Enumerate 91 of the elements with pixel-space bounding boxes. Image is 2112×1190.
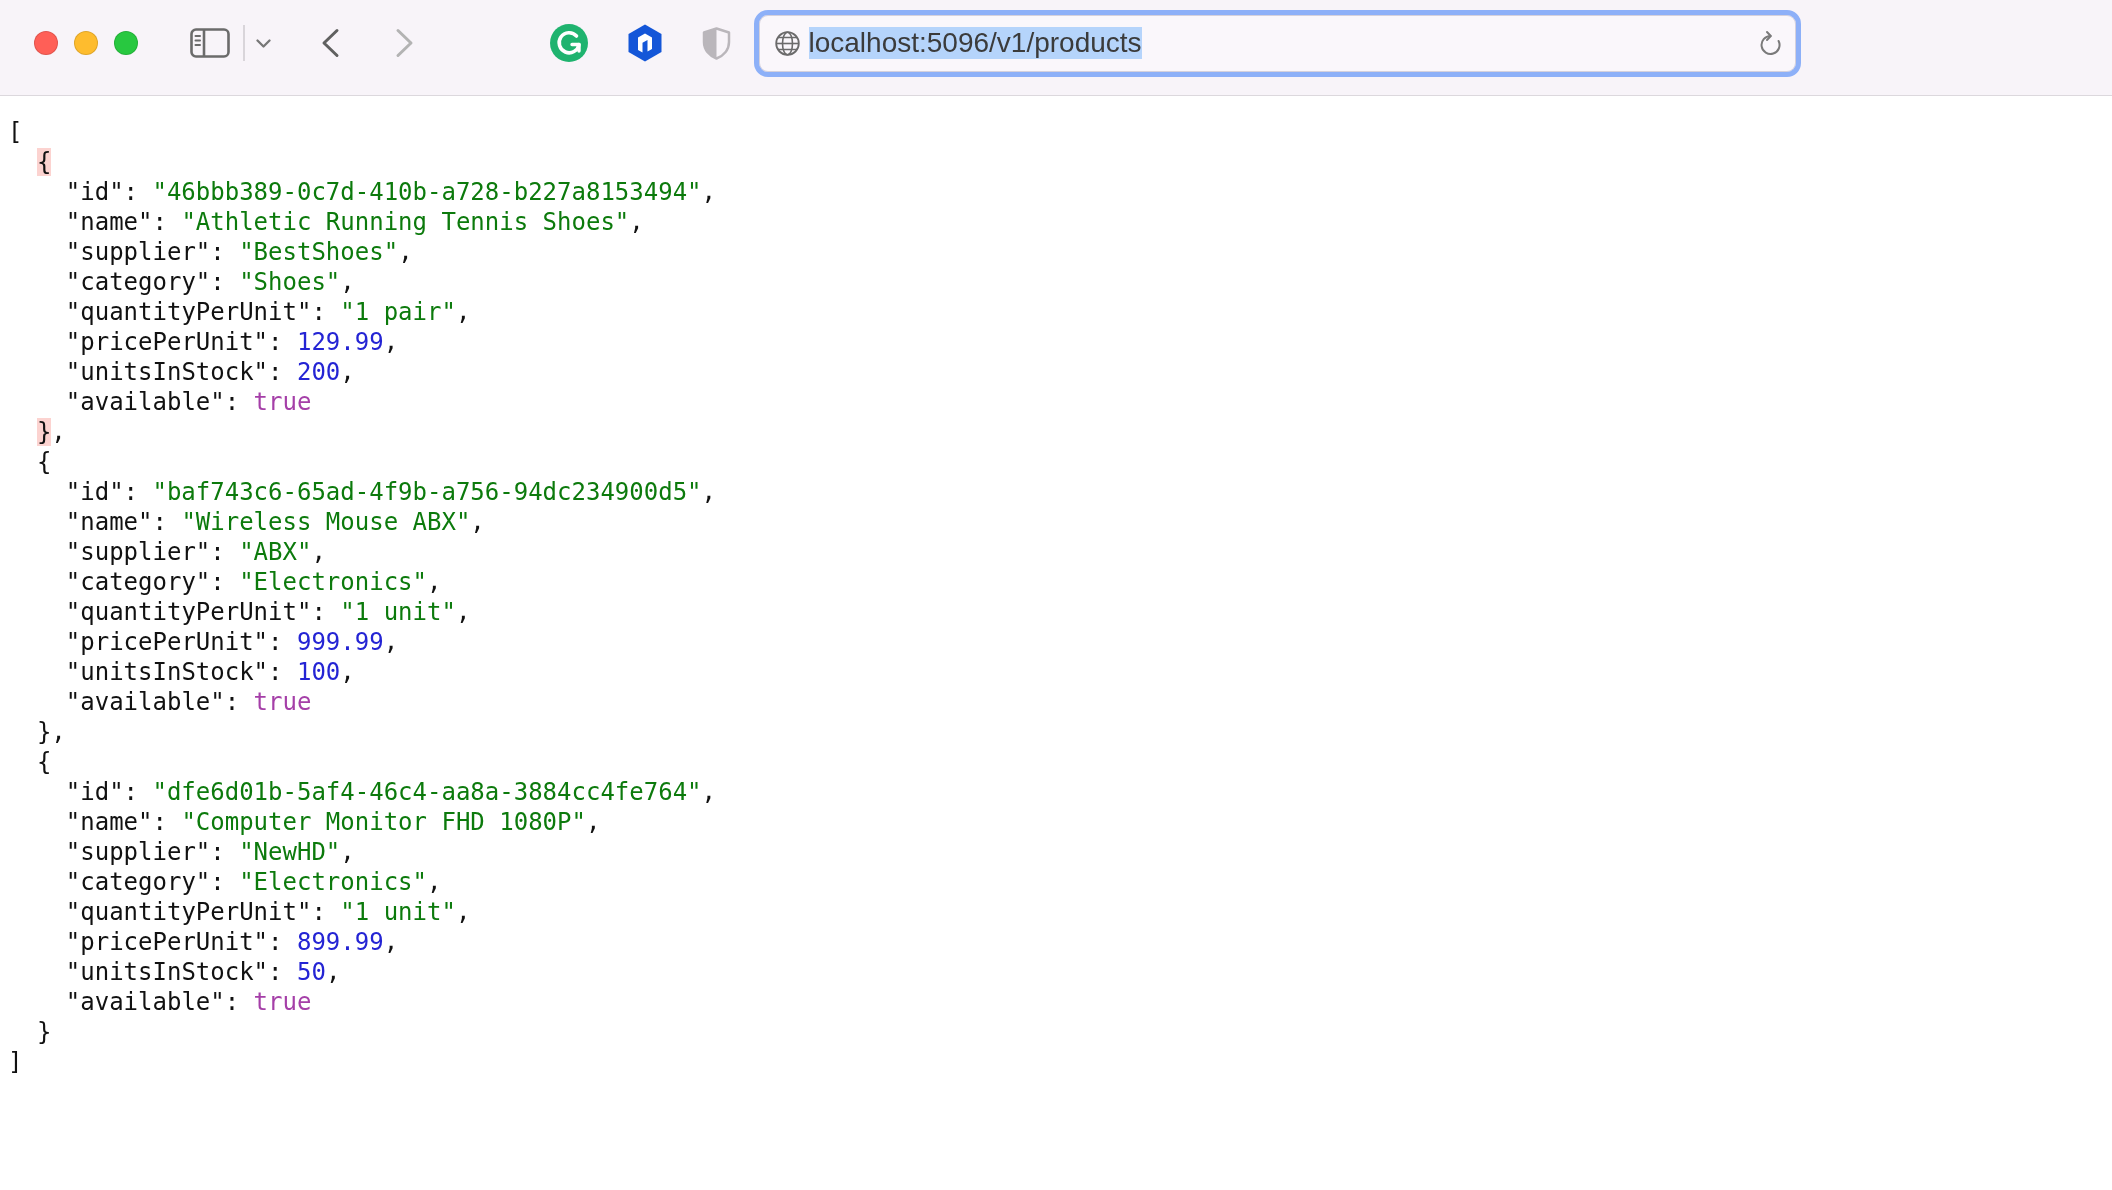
json-comma: , (383, 328, 399, 356)
json-key: "unitsInStock": (65, 358, 283, 386)
json-value: "1 unit" (340, 598, 456, 626)
json-comma: , (427, 568, 442, 596)
json-comma: , (51, 418, 66, 446)
json-comma: , (629, 208, 644, 236)
json-value: true (253, 388, 312, 416)
shield-icon[interactable] (701, 26, 731, 60)
json-comma: , (455, 898, 471, 926)
json-comma: , (398, 238, 413, 266)
json-key: "id": (65, 178, 139, 206)
json-value: "Computer Monitor FHD 1080P" (181, 808, 586, 836)
json-comma: , (470, 508, 485, 536)
json-value: true (253, 688, 312, 716)
json-comma: , (701, 178, 716, 206)
json-value: "Wireless Mouse ABX" (181, 508, 471, 536)
json-key: "pricePerUnit": (65, 928, 283, 956)
json-key: "supplier": (65, 538, 225, 566)
minimize-button[interactable] (74, 31, 98, 55)
json-comma: , (340, 838, 355, 866)
address-bar[interactable]: localhost:5096/v1/products (753, 9, 1801, 77)
json-key: "quantityPerUnit": (65, 298, 326, 326)
json-comma: , (311, 538, 326, 566)
json-key: "id": (65, 778, 139, 806)
url-text: localhost:5096/v1/products (808, 27, 1142, 59)
json-comma: , (51, 718, 66, 746)
back-icon[interactable] (320, 28, 340, 58)
json-comma: , (340, 358, 355, 386)
json-brace: } (36, 418, 52, 446)
sidebar-icon[interactable] (190, 28, 230, 58)
json-value: "Electronics" (239, 868, 427, 896)
json-bracket: [ (8, 118, 23, 146)
json-key: "available": (65, 988, 240, 1016)
json-key: "available": (65, 688, 240, 716)
json-key: "quantityPerUnit": (65, 598, 326, 626)
json-comma: , (383, 928, 399, 956)
json-value: 129.99 (296, 328, 384, 356)
caret-icon[interactable] (255, 38, 271, 48)
json-brace: } (36, 1018, 52, 1046)
json-value: "NewHD" (239, 838, 341, 866)
json-comma: , (340, 658, 355, 686)
json-comma: , (427, 868, 442, 896)
json-value: "baf743c6-65ad-4f9b-a756-94dc234900d5" (152, 478, 702, 506)
json-brace: { (36, 748, 52, 776)
json-key: "quantityPerUnit": (65, 898, 326, 926)
json-key: "unitsInStock": (65, 658, 283, 686)
json-key: "supplier": (65, 238, 225, 266)
json-value: "Electronics" (239, 568, 427, 596)
json-value: "Athletic Running Tennis Shoes" (181, 208, 630, 236)
json-comma: , (340, 268, 355, 296)
json-bracket: ] (8, 1048, 23, 1076)
json-value: 899.99 (296, 928, 384, 956)
json-comma: , (455, 598, 471, 626)
json-value: 100 (296, 658, 341, 686)
zoom-button[interactable] (114, 31, 138, 55)
json-value: "1 unit" (340, 898, 456, 926)
json-value: "1 pair" (340, 298, 456, 326)
json-key: "available": (65, 388, 240, 416)
json-value: "dfe6d01b-5af4-46c4-aa8a-3884cc4fe764" (152, 778, 702, 806)
json-comma: , (383, 628, 399, 656)
json-key: "category": (65, 568, 225, 596)
json-key: "name": (65, 508, 167, 536)
json-comma: , (325, 958, 341, 986)
json-key: "name": (65, 808, 167, 836)
json-key: "category": (65, 268, 225, 296)
close-button[interactable] (34, 31, 58, 55)
json-key: "pricePerUnit": (65, 328, 283, 356)
globe-icon (774, 30, 800, 56)
json-comma: , (585, 808, 601, 836)
json-key: "unitsInStock": (65, 958, 283, 986)
json-key: "category": (65, 868, 225, 896)
json-value: "Shoes" (239, 268, 341, 296)
json-value: 999.99 (296, 628, 384, 656)
hexagon-icon[interactable] (627, 24, 662, 62)
json-value: "46bbb389-0c7d-410b-a728-b227a8153494" (152, 178, 702, 206)
json-value: "ABX" (239, 538, 312, 566)
reload-icon[interactable] (1758, 29, 1782, 57)
json-key: "id": (65, 478, 139, 506)
json-value: "BestShoes" (239, 238, 399, 266)
json-comma: , (701, 778, 716, 806)
json-comma: , (455, 298, 471, 326)
json-value: 50 (296, 958, 326, 986)
json-key: "name": (65, 208, 167, 236)
json-brace: { (36, 148, 52, 176)
json-brace: } (36, 718, 52, 746)
json-key: "pricePerUnit": (65, 628, 283, 656)
json-key: "supplier": (65, 838, 225, 866)
json-brace: { (36, 448, 52, 476)
json-value: true (253, 988, 312, 1016)
json-value: 200 (296, 358, 341, 386)
json-comma: , (701, 478, 716, 506)
